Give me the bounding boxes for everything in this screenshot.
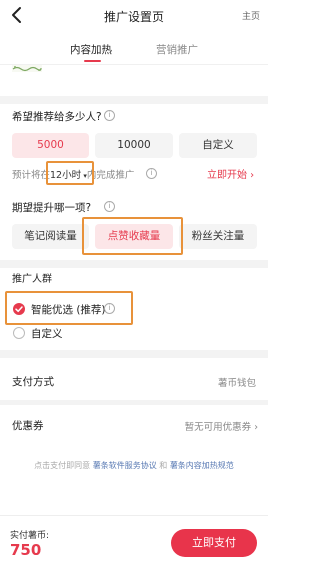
paid-label: 实付薯币: — [10, 531, 50, 541]
audience-smart-label[interactable]: 智能优选 (推荐) — [31, 302, 106, 317]
paid-amount: 750 — [10, 541, 42, 559]
agreement-and: 和 — [159, 461, 168, 470]
section-divider — [0, 400, 268, 405]
info-icon[interactable]: i — [146, 168, 157, 179]
section-divider — [0, 350, 268, 358]
coupon-label: 优惠券 — [12, 420, 44, 432]
highlight-box-goal — [82, 217, 183, 255]
audience-custom-label[interactable]: 自定义 — [31, 326, 63, 341]
payment-method[interactable]: 薯币钱包 — [218, 375, 256, 389]
nav-bar: 推广设置页 主页 — [0, 0, 268, 30]
estimate-prefix: 预计将在 — [12, 170, 51, 181]
content-rules-link[interactable]: 薯条内容加热规范 — [170, 461, 234, 470]
info-icon[interactable]: i — [104, 201, 115, 212]
service-agreement-link[interactable]: 薯条软件服务协议 — [93, 461, 157, 470]
option-5000[interactable]: 5000 — [12, 133, 89, 158]
section-divider — [0, 260, 268, 268]
agreement-text: 点击支付即同意 薯条软件服务协议 和 薯条内容加热规范 — [0, 460, 268, 471]
tab-bar: 内容加热 营销推广 — [0, 30, 268, 65]
payment-footer: 实付薯币: 750 立即支付 — [0, 515, 268, 565]
radio-checked-icon[interactable] — [13, 303, 25, 315]
start-now-label: 立即开始 — [207, 170, 247, 181]
note-thumbnail — [12, 65, 42, 72]
payment-label: 支付方式 — [12, 376, 54, 388]
option-10000[interactable]: 10000 — [95, 133, 173, 158]
audience-title: 推广人群 — [12, 274, 52, 285]
info-icon[interactable]: i — [104, 110, 115, 121]
tab-marketing[interactable]: 营销推广 — [156, 42, 198, 57]
pay-now-button[interactable]: 立即支付 — [171, 529, 257, 557]
start-now-link[interactable]: 立即开始 › — [207, 166, 254, 181]
highlight-box-duration — [46, 161, 94, 185]
info-icon[interactable]: i — [104, 303, 115, 314]
radio-unchecked-icon[interactable] — [13, 327, 25, 339]
coupon-select[interactable]: 暂无可用优惠券 › — [185, 419, 258, 433]
goal-question: 期望提升哪一项? — [12, 202, 92, 214]
chevron-right-icon: › — [251, 422, 258, 433]
option-custom-size[interactable]: 自定义 — [179, 133, 257, 158]
page-title: 推广设置页 — [103, 10, 164, 24]
section-divider — [0, 96, 268, 104]
tab-content-heating[interactable]: 内容加热 — [70, 42, 112, 57]
option-follows[interactable]: 粉丝关注量 — [179, 224, 257, 249]
option-note-reads[interactable]: 笔记阅读量 — [12, 224, 89, 249]
audience-size-question: 希望推荐给多少人? — [12, 111, 102, 123]
coupon-value: 暂无可用优惠券 — [184, 422, 252, 433]
active-tab-indicator — [84, 60, 101, 62]
chevron-right-icon: › — [247, 170, 255, 181]
agreement-prefix: 点击支付即同意 — [34, 461, 91, 470]
home-link[interactable]: 主页 — [242, 9, 260, 22]
